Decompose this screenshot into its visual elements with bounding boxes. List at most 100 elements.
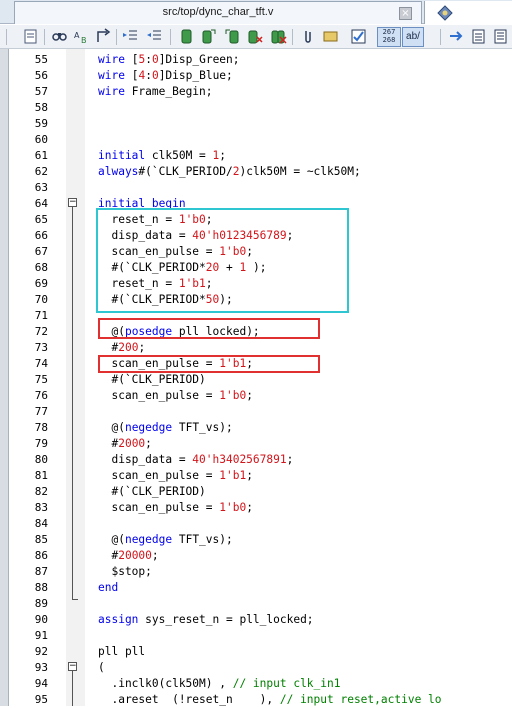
goto-line-icon[interactable] — [95, 28, 112, 45]
code-text[interactable]: assign sys_reset_n = pll_locked; — [98, 612, 314, 628]
code-token-num: 40'h3402567891 — [192, 453, 287, 466]
find-icon[interactable] — [51, 28, 68, 45]
code-text[interactable]: scan_en_pulse = 1'b0; — [98, 500, 252, 516]
line-number: 59 — [34, 117, 48, 130]
bookmark-clear-all-icon[interactable] — [270, 28, 287, 45]
code-text[interactable]: #2000; — [98, 436, 151, 452]
code-text[interactable]: always#(`CLK_PERIOD/2)clk50M = ~clk50M; — [98, 164, 361, 180]
code-token-kw: wire — [98, 85, 132, 98]
code-line[interactable]: 75 #(`CLK_PERIOD) — [0, 372, 512, 388]
close-icon[interactable]: × — [399, 7, 412, 20]
code-line[interactable]: 91 — [0, 628, 512, 644]
code-line[interactable]: 73 #200; — [0, 340, 512, 356]
indent-icon[interactable] — [122, 28, 139, 45]
tab-dync-char-tft[interactable]: src/top/dync_char_tft.v × — [14, 1, 422, 24]
code-line[interactable]: 78 @(negedge TFT_vs); — [0, 420, 512, 436]
code-line[interactable]: 85 @(negedge TFT_vs); — [0, 532, 512, 548]
bookmark-prev-icon[interactable] — [224, 28, 241, 45]
code-text[interactable]: scan_en_pulse = 1'b1; — [98, 468, 253, 484]
code-text[interactable]: $stop; — [98, 564, 151, 580]
fold-collapse-icon[interactable]: − — [68, 662, 77, 671]
line-number: 92 — [34, 645, 48, 658]
abbr-toggle[interactable]: ab/ — [402, 27, 424, 47]
code-text[interactable]: wire [5:0]Disp_Green; — [98, 52, 240, 68]
code-line[interactable]: 77 — [0, 404, 512, 420]
code-line[interactable]: 58 — [0, 100, 512, 116]
replace-icon[interactable]: AB — [73, 28, 90, 45]
tab-bar: src/top/dync_char_tft.v × — [0, 0, 512, 24]
document-list-icon[interactable] — [492, 28, 509, 45]
bookmark-next-icon[interactable] — [200, 28, 217, 45]
code-text[interactable]: pll pll — [98, 644, 145, 660]
code-token-num: 1'b0 — [219, 389, 247, 402]
code-line[interactable]: 56 wire [4:0]Disp_Blue; — [0, 68, 512, 84]
line-number: 69 — [34, 277, 48, 290]
code-line[interactable]: 62 always#(`CLK_PERIOD/2)clk50M = ~clk50M… — [0, 164, 512, 180]
code-token-pl: )clk50M = ~clk50M; — [239, 165, 361, 178]
code-token-pl: ; — [246, 469, 253, 482]
code-line[interactable]: 59 — [0, 116, 512, 132]
code-text[interactable]: ( — [98, 660, 105, 676]
code-line[interactable]: 76 scan_en_pulse = 1'b0; — [0, 388, 512, 404]
code-line[interactable]: 94 .inclk0(clk50M) , // input clk_in1 — [0, 676, 512, 692]
attach-icon[interactable] — [300, 28, 317, 45]
verilog-file-icon — [437, 5, 453, 21]
code-text[interactable]: end — [98, 580, 118, 596]
code-text[interactable]: initial clk50M = 1; — [98, 148, 226, 164]
highlight-icon[interactable] — [322, 28, 339, 45]
code-token-cmt: // input clk_in1 — [232, 677, 341, 690]
code-text[interactable]: #200; — [98, 340, 145, 356]
code-token-num: 1'b1 — [219, 469, 247, 482]
line-number: 73 — [34, 341, 48, 354]
code-token-kw: assign — [98, 613, 146, 626]
code-text[interactable]: .inclk0(clk50M) , // input clk_in1 — [98, 676, 341, 692]
code-token-cmt: // input reset,active lo — [279, 693, 442, 706]
code-text[interactable]: #(`CLK_PERIOD) — [98, 372, 205, 388]
code-line[interactable]: 55 wire [5:0]Disp_Green; — [0, 52, 512, 68]
tab-other[interactable] — [424, 1, 512, 24]
code-line[interactable]: 92 pll pll — [0, 644, 512, 660]
line-number: 82 — [34, 485, 48, 498]
code-line[interactable]: 61 initial clk50M = 1; — [0, 148, 512, 164]
code-text[interactable]: disp_data = 40'h3402567891; — [98, 452, 293, 468]
code-text[interactable]: #20000; — [98, 548, 158, 564]
code-text[interactable]: wire [4:0]Disp_Blue; — [98, 68, 233, 84]
bookmark-clear-icon[interactable] — [246, 28, 263, 45]
line-number: 56 — [34, 69, 48, 82]
code-line[interactable]: 87 $stop; — [0, 564, 512, 580]
line-number: 70 — [34, 293, 48, 306]
line-number: 63 — [34, 181, 48, 194]
code-line[interactable]: 88 end — [0, 580, 512, 596]
document-icon[interactable] — [470, 28, 487, 45]
code-text[interactable]: @(negedge TFT_vs); — [98, 420, 232, 436]
code-token-kw: wire — [98, 53, 132, 66]
code-line[interactable]: 79 #2000; — [0, 436, 512, 452]
code-line[interactable]: 63 — [0, 180, 512, 196]
code-line[interactable]: 82 #(`CLK_PERIOD) — [0, 484, 512, 500]
code-line[interactable]: 84 — [0, 516, 512, 532]
code-line[interactable]: 60 — [0, 132, 512, 148]
code-line[interactable]: 83 scan_en_pulse = 1'b0; — [0, 500, 512, 516]
code-line[interactable]: 57 wire Frame_Begin; — [0, 84, 512, 100]
fold-collapse-icon[interactable]: − — [68, 198, 77, 207]
code-line[interactable]: 81 scan_en_pulse = 1'b1; — [0, 468, 512, 484]
code-line[interactable]: 80 disp_data = 40'h3402567891; — [0, 452, 512, 468]
line-number: 71 — [34, 309, 48, 322]
code-line[interactable]: 90 assign sys_reset_n = pll_locked; — [0, 612, 512, 628]
svg-text:B: B — [81, 36, 87, 45]
code-editor[interactable]: 55 wire [5:0]Disp_Green; 56 wire [4:0]Disp_… — [0, 49, 512, 706]
print-icon[interactable] — [22, 28, 39, 45]
code-line[interactable]: 86 #20000; — [0, 548, 512, 564]
line-counter[interactable]: 267 268 — [377, 27, 401, 47]
code-text[interactable]: scan_en_pulse = 1'b0; — [98, 388, 252, 404]
outdent-icon[interactable] — [146, 28, 163, 45]
arrow-right-icon[interactable] — [448, 28, 465, 45]
code-text[interactable]: @(negedge TFT_vs); — [98, 532, 232, 548]
code-text[interactable]: #(`CLK_PERIOD) — [98, 484, 205, 500]
code-token-kw: wire — [98, 69, 132, 82]
code-token-num: 0 — [151, 53, 159, 66]
check-icon[interactable] — [350, 28, 367, 45]
bookmark-toggle-icon[interactable] — [178, 28, 195, 45]
code-text[interactable]: wire Frame_Begin; — [98, 84, 213, 100]
editor-toolbar: AB 267 268 ab/ — [0, 25, 512, 49]
